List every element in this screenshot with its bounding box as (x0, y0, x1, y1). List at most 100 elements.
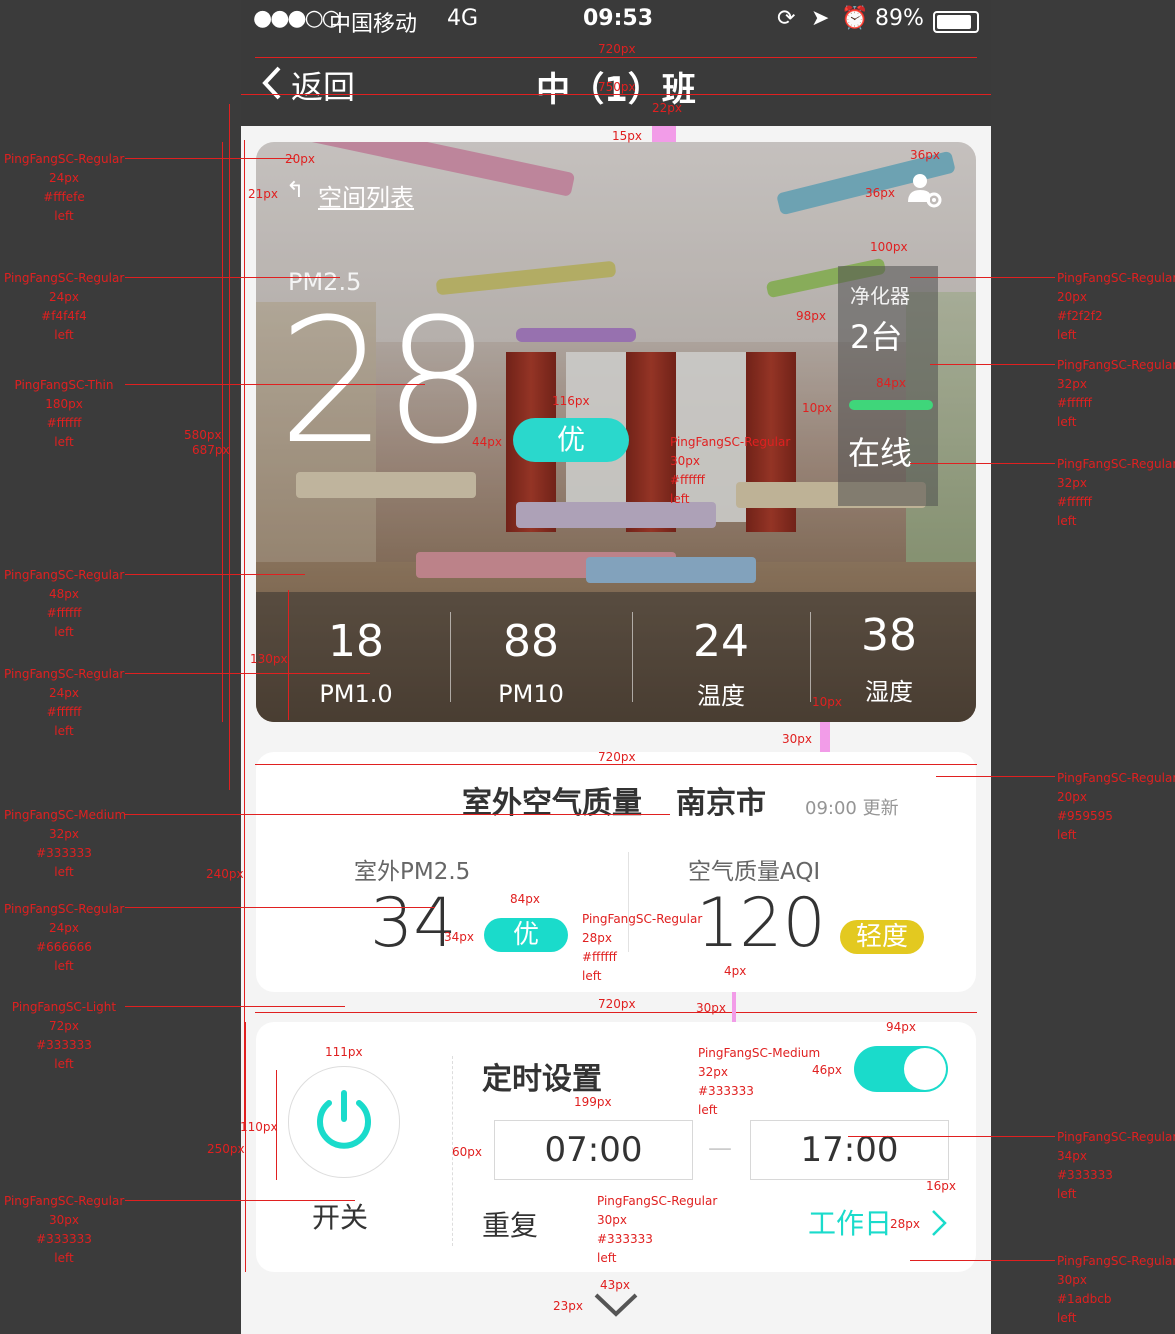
dim-label: 20px (285, 152, 315, 166)
dim-label: 43px (600, 1278, 630, 1292)
status-bar: ●●●○○ 中国移动 4G 09:53 ⟳ ➤ ⏰ 89% (241, 0, 991, 40)
power-icon (317, 1090, 371, 1149)
spec-block: PingFangSC-Regular 30px #ffffff left (670, 435, 791, 506)
alarm-icon: ⏰ (841, 6, 869, 31)
dim-label: 111px (325, 1045, 363, 1059)
spec-block: PingFangSC-Light 72px #333333 left (11, 1000, 117, 1071)
user-settings-icon[interactable] (906, 172, 942, 208)
dim-label: 4px (724, 964, 747, 978)
dim-label: 98px (796, 309, 826, 323)
dim-label: 94px (886, 1020, 916, 1034)
reply-arrow-icon: ↰ (286, 178, 305, 203)
spec-block: PingFangSC-Regular 34px #333333 left (1057, 1130, 1175, 1201)
repeat-value: 工作日 (808, 1207, 893, 1240)
toggle-knob (904, 1048, 946, 1090)
dim-label: 720px (598, 42, 636, 56)
dim-label: 44px (472, 435, 502, 449)
dim-label: 84px (876, 376, 906, 390)
spec-block: PingFangSC-Regular 32px #ffffff left (1057, 358, 1175, 429)
battery-percent: 89% (875, 6, 924, 31)
dim-label: 23px (553, 1299, 583, 1313)
dim-label: 60px (452, 1145, 482, 1159)
repeat-selector[interactable]: 工作日 (808, 1202, 948, 1242)
dim-label: 10px (802, 401, 832, 415)
outdoor-title: 室外空气质量 (462, 786, 642, 821)
spec-block: PingFangSC-Regular 20px #959595 left (1057, 771, 1175, 842)
dim-label: 30px (696, 1001, 726, 1015)
pm1-label: PM1.0 (319, 680, 393, 708)
dim-label: 22px (652, 101, 682, 115)
signal-strength: ●●●○○ (253, 6, 341, 31)
indoor-air-card: ↰ 空间列表 PM2.5 28 优 净化器 2台 在线 18 PM1.0 88 … (256, 142, 976, 722)
space-list-label: 空间列表 (318, 184, 414, 212)
pm25-value: 28 (278, 281, 493, 482)
timer-toggle[interactable] (854, 1046, 948, 1092)
dim-label: 116px (552, 394, 590, 408)
dim-label: 250px (207, 1142, 245, 1156)
chevron-down-icon[interactable] (593, 1292, 639, 1318)
dim-label: 10px (812, 695, 842, 709)
purifier-count: 2台 (850, 318, 903, 356)
outdoor-pm25-label: 室外PM2.5 (354, 859, 471, 885)
purifier-status: 在线 (848, 434, 913, 472)
time-separator: — (708, 1134, 732, 1162)
chevron-right-icon (932, 1210, 947, 1236)
network-type: 4G (447, 6, 479, 31)
outdoor-pm25-value: 34 (370, 884, 457, 963)
dim-label: 15px (612, 129, 642, 143)
start-time-input[interactable]: 07:00 (494, 1120, 693, 1180)
spec-block: PingFangSC-Regular 28px #ffffff left (582, 912, 703, 983)
dim-label: 687px (192, 443, 230, 457)
dim-label: 720px (598, 750, 636, 764)
carrier-name: 中国移动 (329, 12, 418, 37)
dim-label: 28px (890, 1217, 920, 1231)
spec-block: PingFangSC-Regular 30px #333333 left (597, 1194, 718, 1265)
temperature-value: 24 (693, 616, 749, 667)
humidity-value: 38 (861, 610, 917, 661)
dim-label: 34px (444, 930, 474, 944)
dim-label: 84px (510, 892, 540, 906)
spec-block: PingFangSC-Medium 32px #333333 left (698, 1046, 821, 1117)
spec-block: PingFangSC-Regular 30px #333333 left (4, 1194, 125, 1265)
humidity-label: 湿度 (865, 678, 913, 706)
dim-label: 750px (598, 80, 636, 94)
clock: 09:53 (583, 6, 654, 31)
dim-label: 36px (865, 186, 895, 200)
spec-block: PingFangSC-Regular 24px #f4f4f4 left (4, 271, 125, 342)
spec-block: PingFangSC-Regular 30px #1adbcb left (1057, 1254, 1175, 1325)
pm10-label: PM10 (498, 680, 564, 708)
temperature-label: 温度 (697, 682, 745, 710)
pm10-value: 88 (503, 616, 559, 667)
dim-label: 16px (926, 1179, 956, 1193)
dim-label: 21px (248, 187, 278, 201)
repeat-label: 重复 (482, 1209, 539, 1242)
online-indicator (849, 400, 933, 410)
timer-title: 定时设置 (482, 1062, 602, 1097)
rotation-lock-icon: ⟳ (777, 6, 796, 31)
spec-block: PingFangSC-Regular 24px #ffffff left (4, 667, 125, 738)
dim-label: 130px (250, 652, 288, 666)
dim-label: 30px (782, 732, 812, 746)
outdoor-city: 南京市 (676, 786, 766, 821)
dim-label: 100px (870, 240, 908, 254)
outdoor-pm25-badge: 优 (484, 918, 568, 952)
spec-block: PingFangSC-Thin 180px #ffffff left (14, 378, 114, 449)
dim-label: 36px (910, 148, 940, 162)
aqi-badge: 轻度 (840, 920, 924, 954)
spec-block: PingFangSC-Regular 32px #ffffff left (1057, 457, 1175, 528)
end-time-input[interactable]: 17:00 (750, 1120, 949, 1180)
spec-block: PingFangSC-Medium 32px #333333 left (4, 808, 127, 879)
spec-block: PingFangSC-Regular 24px #fffefe left (4, 152, 125, 223)
dim-label: 720px (598, 997, 636, 1011)
power-label: 开关 (312, 1201, 369, 1234)
location-icon: ➤ (811, 6, 830, 31)
power-button[interactable] (288, 1066, 400, 1178)
purifier-label: 净化器 (850, 284, 910, 308)
dim-label: 199px (574, 1095, 612, 1109)
spec-block: PingFangSC-Regular 48px #ffffff left (4, 568, 125, 639)
quality-badge: 优 (513, 418, 629, 462)
aqi-label: 空气质量AQI (688, 859, 821, 885)
dim-label: 110px (240, 1120, 278, 1134)
update-time: 09:00 更新 (805, 798, 899, 819)
dim-label: 240px (206, 867, 244, 881)
